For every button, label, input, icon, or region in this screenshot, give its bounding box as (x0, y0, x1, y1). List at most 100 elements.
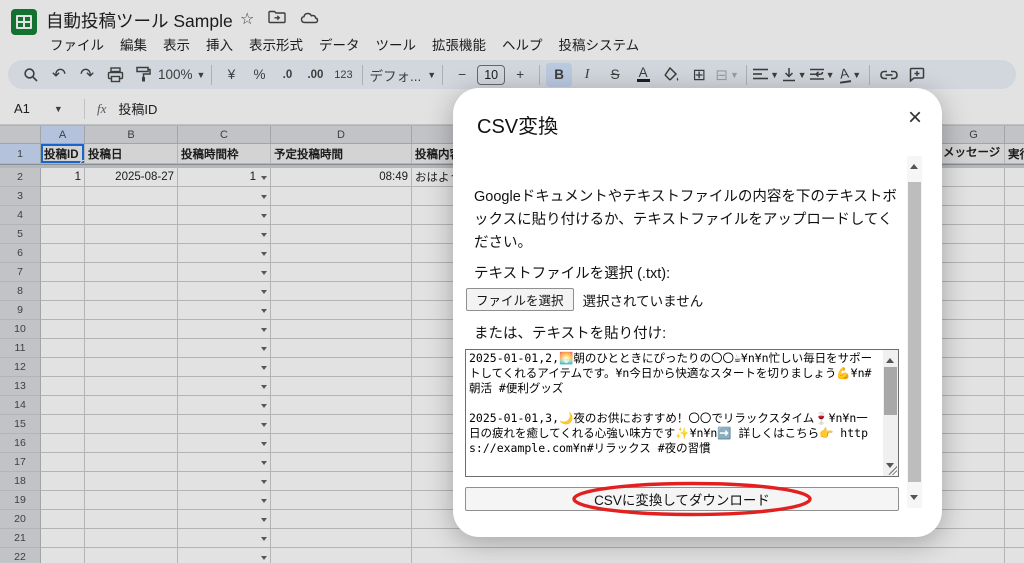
cell-b16[interactable] (85, 434, 178, 453)
cell-b12[interactable] (85, 358, 178, 377)
cell-a3[interactable] (41, 187, 85, 206)
menu-item-挿入[interactable]: 挿入 (198, 32, 241, 56)
cell-h9[interactable] (1005, 301, 1024, 320)
row-header-20[interactable]: 20 (0, 510, 41, 529)
cell-d21[interactable] (271, 529, 412, 548)
close-icon[interactable]: × (908, 106, 922, 130)
textarea-resize-handle[interactable] (888, 466, 897, 475)
font-select[interactable]: デフォ... ▼ (369, 63, 436, 87)
cell-b5[interactable] (85, 225, 178, 244)
scroll-up-icon[interactable] (886, 354, 894, 363)
textarea-scroll-thumb[interactable] (884, 367, 897, 415)
text-rotation-button[interactable]: A ▼ (837, 63, 863, 87)
cell-a17[interactable] (41, 453, 85, 472)
row-header-16[interactable]: 16 (0, 434, 41, 453)
vertical-align-button[interactable]: ▼ (781, 63, 807, 87)
cell-a20[interactable] (41, 510, 85, 529)
cell-h13[interactable] (1005, 377, 1024, 396)
cell-b1[interactable]: 投稿日 (85, 144, 178, 164)
dropdown-chip-icon[interactable] (261, 403, 267, 411)
cell-h22[interactable] (1005, 548, 1024, 563)
dropdown-chip-icon[interactable] (261, 441, 267, 449)
text-wrap-button[interactable]: ▼ (809, 63, 835, 87)
row-header-13[interactable]: 13 (0, 377, 41, 396)
decrease-font-size-button[interactable]: − (449, 63, 475, 87)
row-header-19[interactable]: 19 (0, 491, 41, 510)
menu-item-拡張機能[interactable]: 拡張機能 (424, 32, 494, 56)
dialog-scroll-up-icon[interactable] (910, 160, 918, 169)
cell-d19[interactable] (271, 491, 412, 510)
sheets-logo-icon[interactable] (11, 9, 37, 35)
row-header-14[interactable]: 14 (0, 396, 41, 415)
cell-b20[interactable] (85, 510, 178, 529)
insert-link-button[interactable] (876, 63, 902, 87)
dropdown-chip-icon[interactable] (261, 289, 267, 297)
row-header-5[interactable]: 5 (0, 225, 41, 244)
cell-c10[interactable] (178, 320, 271, 339)
increase-font-size-button[interactable]: + (507, 63, 533, 87)
cell-d15[interactable] (271, 415, 412, 434)
zoom-select[interactable]: 100% ▼ (158, 63, 205, 87)
cell-h15[interactable] (1005, 415, 1024, 434)
cell-h1[interactable]: 実行 (1005, 144, 1024, 164)
cell-g1-partial[interactable]: メッセージ (943, 144, 1000, 163)
cell-a10[interactable] (41, 320, 85, 339)
cell-b4[interactable] (85, 206, 178, 225)
cell-a8[interactable] (41, 282, 85, 301)
menu-item-ツール[interactable]: ツール (368, 32, 425, 56)
cell-c14[interactable] (178, 396, 271, 415)
row-header-1[interactable]: 1 (0, 144, 41, 164)
menu-item-ファイル[interactable]: ファイル (42, 32, 112, 56)
cell-d22[interactable] (271, 548, 412, 563)
cell-d3[interactable] (271, 187, 412, 206)
text-color-button[interactable]: A (630, 63, 656, 87)
number-format-button[interactable]: 123 (330, 63, 356, 87)
cell-b7[interactable] (85, 263, 178, 282)
cell-d4[interactable] (271, 206, 412, 225)
cell-h21[interactable] (1005, 529, 1024, 548)
cell-h4[interactable] (1005, 206, 1024, 225)
dropdown-chip-icon[interactable] (261, 213, 267, 221)
row-header-9[interactable]: 9 (0, 301, 41, 320)
cell-b11[interactable] (85, 339, 178, 358)
search-icon[interactable] (18, 63, 44, 87)
row-header-6[interactable]: 6 (0, 244, 41, 263)
row-header-18[interactable]: 18 (0, 472, 41, 491)
cell-c18[interactable] (178, 472, 271, 491)
cell-a6[interactable] (41, 244, 85, 263)
cell-d16[interactable] (271, 434, 412, 453)
dropdown-chip-icon[interactable] (261, 422, 267, 430)
cell-a16[interactable] (41, 434, 85, 453)
cell-a15[interactable] (41, 415, 85, 434)
cell-b22[interactable] (85, 548, 178, 563)
dialog-scroll-down-icon[interactable] (910, 495, 918, 504)
dropdown-chip-icon[interactable] (261, 308, 267, 316)
cell-c20[interactable] (178, 510, 271, 529)
cell-a12[interactable] (41, 358, 85, 377)
dropdown-chip-icon[interactable] (261, 346, 267, 354)
format-currency-button[interactable]: ¥ (218, 63, 244, 87)
borders-button[interactable]: ⊞ (686, 63, 712, 87)
dropdown-chip-icon[interactable] (261, 460, 267, 468)
cell-d17[interactable] (271, 453, 412, 472)
cell-d20[interactable] (271, 510, 412, 529)
redo-button[interactable]: ↷ (74, 63, 100, 87)
star-icon[interactable]: ☆ (240, 9, 254, 29)
italic-button[interactable]: I (574, 63, 600, 87)
cloud-saved-icon[interactable] (300, 10, 319, 29)
cell-c7[interactable] (178, 263, 271, 282)
dropdown-chip-icon[interactable] (261, 270, 267, 278)
paste-textarea[interactable]: 2025-01-01,2,🌅朝のひとときにぴったりの〇〇☕¥n¥n忙しい毎日をサ… (465, 349, 899, 477)
cell-b14[interactable] (85, 396, 178, 415)
cell-a22[interactable] (41, 548, 85, 563)
cell-c22[interactable] (178, 548, 271, 563)
cell-c12[interactable] (178, 358, 271, 377)
cell-h3[interactable] (1005, 187, 1024, 206)
formula-input[interactable]: 投稿ID (118, 99, 157, 118)
cell-a2[interactable]: 1 (41, 168, 85, 187)
cell-h16[interactable] (1005, 434, 1024, 453)
cell-c4[interactable] (178, 206, 271, 225)
cell-c21[interactable] (178, 529, 271, 548)
cell-a11[interactable] (41, 339, 85, 358)
cell-a18[interactable] (41, 472, 85, 491)
